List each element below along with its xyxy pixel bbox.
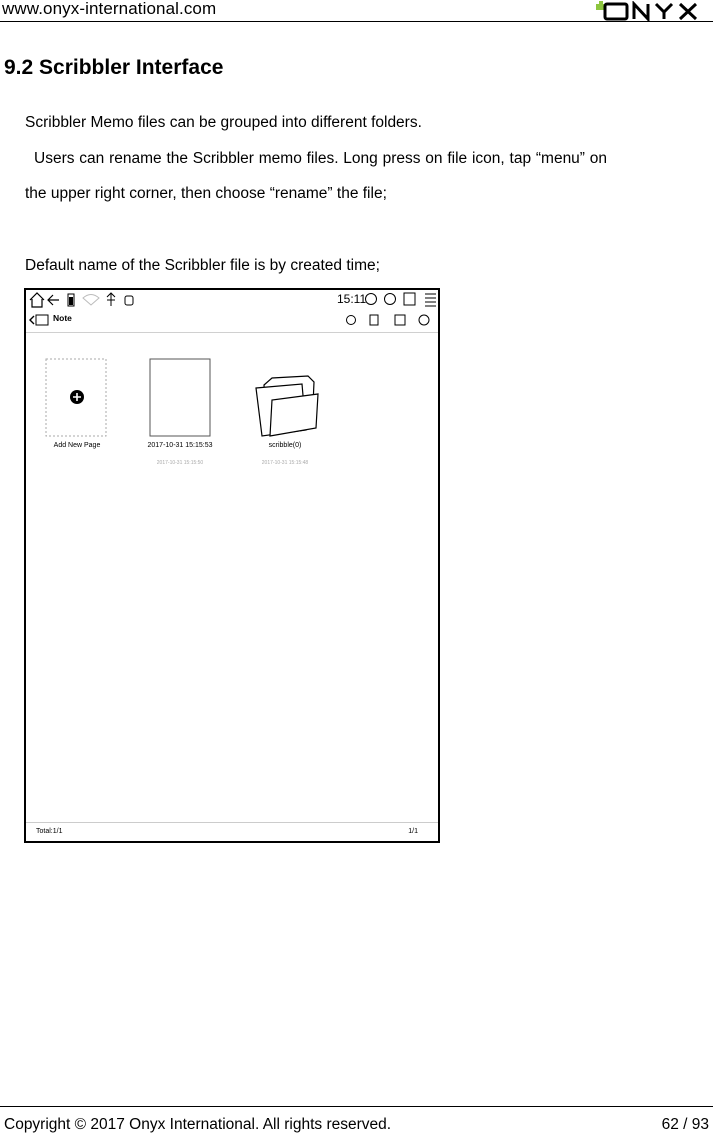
note-app-icon — [35, 314, 49, 326]
note-thumbnail — [149, 358, 211, 437]
copyright: Copyright © 2017 Onyx International. All… — [4, 1116, 392, 1133]
onyx-logo — [596, 1, 698, 21]
header-url: www.onyx-international.com — [2, 0, 217, 18]
page-indicator: 1/1 — [408, 828, 418, 835]
header-divider — [0, 21, 713, 22]
add-new-page-tile — [45, 358, 107, 437]
tile-label-note: 2017-10-31 15:15:53 — [147, 442, 213, 449]
menu-icon — [425, 293, 436, 307]
refresh-icon — [384, 293, 396, 305]
settings-icon — [346, 315, 356, 325]
page-number: 62 / 93 — [661, 1116, 709, 1133]
android-icon — [124, 295, 134, 306]
screenshot-footer-divider — [26, 822, 438, 823]
status-bar: 15:11 — [26, 290, 438, 310]
app-bar: Note — [26, 310, 438, 333]
back-icon — [47, 294, 59, 306]
chevron-left-icon — [29, 315, 35, 325]
storage-icon — [369, 314, 379, 326]
section-title: 9.2 Scribbler Interface — [4, 56, 224, 79]
paragraph-1: Scribbler Memo files can be grouped into… — [25, 114, 422, 131]
usb-icon — [106, 292, 116, 306]
home-icon — [29, 292, 45, 308]
tile-sub-folder: 2017-10-31 15:15:48 — [261, 460, 309, 466]
battery-icon — [67, 293, 75, 307]
app-title: Note — [53, 313, 72, 323]
total-count: Total:1/1 — [36, 828, 63, 835]
paragraph-2: Users can rename the Scribbler memo file… — [34, 150, 608, 167]
folder-icon-large — [255, 375, 319, 437]
status-clock: 15:11 — [337, 292, 367, 306]
tile-sub-note: 2017-10-31 15:15:50 — [156, 460, 204, 466]
sync-icon — [365, 293, 377, 305]
paragraph-3: the upper right corner, then choose “ren… — [25, 185, 387, 202]
footer-divider — [0, 1106, 713, 1107]
tile-label-add-page: Add New Page — [53, 442, 101, 449]
folder-icon — [394, 314, 406, 326]
chevron-down-icon — [418, 314, 430, 326]
device-screenshot: 15:11 Note Add New Page 2017-10-31 15:15 — [24, 288, 440, 843]
wifi-icon — [82, 294, 100, 306]
tile-label-folder: scribble(0) — [268, 442, 302, 449]
window-icon — [403, 292, 416, 306]
paragraph-4: Default name of the Scribbler file is by… — [25, 257, 380, 274]
